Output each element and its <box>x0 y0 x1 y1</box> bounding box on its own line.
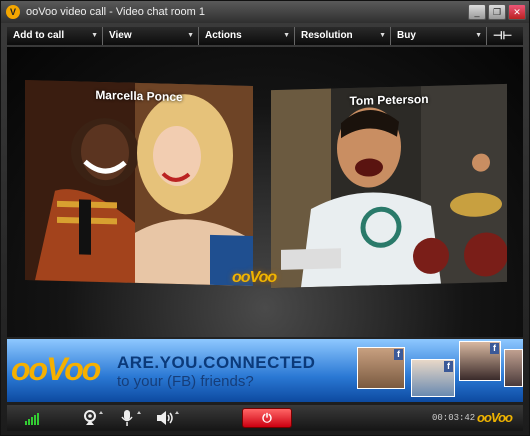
ad-photo-thumb: f <box>357 347 405 389</box>
call-control-bar: ⏻ 00:03:42 ooVoo <box>7 405 523 431</box>
menu-actions[interactable]: Actions ▼ <box>199 27 295 45</box>
participant-video-1[interactable]: Marcella Ponce <box>25 80 253 286</box>
pin-icon: ⊣⊢ <box>493 30 513 42</box>
window-title: ooVoo video call - Video chat room 1 <box>26 6 205 18</box>
oovoo-footer-logo: ooVoo <box>477 410 513 425</box>
title-bar[interactable]: V ooVoo video call - Video chat room 1 _… <box>1 1 529 23</box>
advertisement-banner[interactable]: ooVoo ARE.YOU.CONNECTED to your (FB) fri… <box>7 339 523 402</box>
menu-resolution[interactable]: Resolution ▼ <box>295 27 391 45</box>
facebook-icon: f <box>490 343 499 354</box>
microphone-icon <box>121 410 141 426</box>
menu-label: Add to call <box>13 30 65 41</box>
facebook-icon: f <box>394 349 403 360</box>
chevron-down-icon: ▼ <box>475 32 482 39</box>
chevron-down-icon: ▼ <box>91 32 98 39</box>
minimize-icon[interactable]: _ <box>468 4 486 20</box>
ad-photo-thumb: f <box>411 359 455 397</box>
window-controls: _ ❐ ✕ <box>468 4 526 20</box>
close-icon[interactable]: ✕ <box>508 4 526 20</box>
ad-photo-thumb <box>504 349 523 387</box>
chevron-down-icon: ▼ <box>379 32 386 39</box>
webcam-button[interactable] <box>83 409 105 427</box>
call-timer: 00:03:42 <box>432 413 476 423</box>
ad-subline: to your (FB) friends? <box>117 373 254 390</box>
facebook-icon: f <box>444 361 453 372</box>
menu-bar: Add to call ▼ View ▼ Actions ▼ Resolution ▼ … <box>7 27 523 45</box>
restore-icon[interactable]: ❐ <box>488 4 506 20</box>
ad-oovoo-logo: ooVoo <box>11 351 101 387</box>
menu-label: Buy <box>397 30 416 41</box>
menu-add-to-call[interactable]: Add to call ▼ <box>7 27 103 45</box>
microphone-button[interactable] <box>119 409 143 427</box>
end-call-button[interactable]: ⏻ <box>242 408 292 428</box>
power-icon: ⏻ <box>262 411 272 425</box>
menu-view[interactable]: View ▼ <box>103 27 199 45</box>
oovoo-window: V ooVoo video call - Video chat room 1 _… <box>0 0 530 436</box>
menu-label: Actions <box>205 30 242 41</box>
signal-icon <box>25 413 39 425</box>
ad-photo-thumb: f <box>459 341 501 381</box>
oovoo-stage-logo: ooVoo <box>232 269 277 286</box>
participant-video-2[interactable]: Tom Peterson <box>271 83 507 289</box>
ad-headline: ARE.YOU.CONNECTED <box>117 353 316 372</box>
participant-2-video-feed <box>271 83 507 289</box>
video-stage: Marcella Ponce Tom Peterson ooVoo <box>7 47 523 337</box>
speaker-icon <box>157 411 179 425</box>
oovoo-app-icon[interactable]: V <box>6 5 20 19</box>
speaker-button[interactable] <box>155 409 181 427</box>
webcam-icon <box>84 410 103 425</box>
chevron-down-icon: ▼ <box>187 32 194 39</box>
menu-label: View <box>109 30 132 41</box>
menu-label: Resolution <box>301 30 353 41</box>
pin-button[interactable]: ⊣⊢ <box>487 27 523 45</box>
participant-1-video-feed <box>25 80 253 286</box>
menu-buy[interactable]: Buy ▼ <box>391 27 487 45</box>
chevron-down-icon: ▼ <box>283 32 290 39</box>
